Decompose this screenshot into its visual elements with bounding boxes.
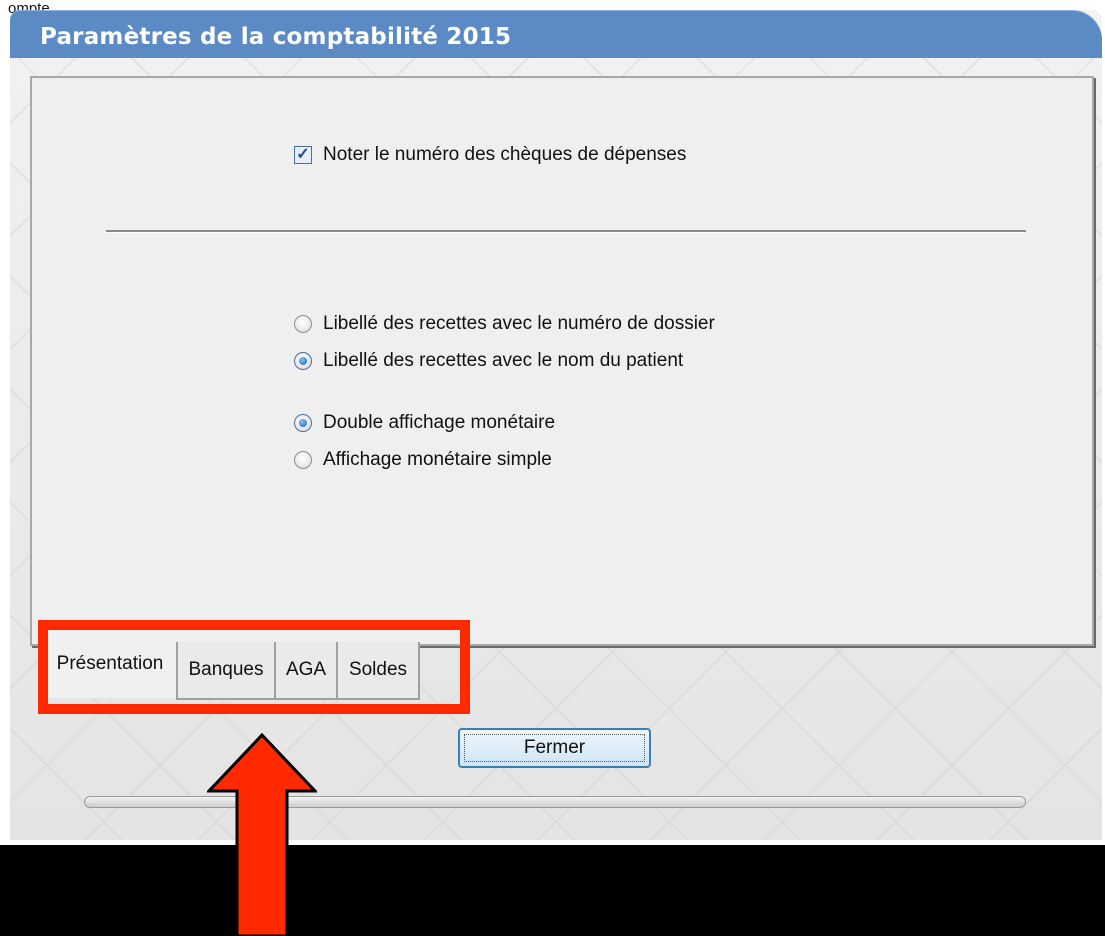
radio-double-currency[interactable]: Double affichage monétaire <box>294 412 555 434</box>
radio-label: Affichage monétaire simple <box>323 449 552 470</box>
dialog-title: Paramètres de la comptabilité 2015 <box>40 24 512 50</box>
checkmark-icon: ✓ <box>296 146 310 163</box>
cheque-number-label: Noter le numéro des chèques de dépenses <box>323 144 687 165</box>
radio-label: Double affichage monétaire <box>323 412 556 433</box>
presentation-panel: ✓ Noter le numéro des chèques de dépense… <box>30 76 1094 646</box>
radio-dot-icon <box>299 357 307 365</box>
red-arrow-icon <box>207 733 317 936</box>
focus-ring <box>464 734 645 762</box>
cheque-number-checkbox[interactable]: ✓ <box>294 146 312 164</box>
dialog-titlebar[interactable]: Paramètres de la comptabilité 2015 <box>10 10 1102 58</box>
close-button[interactable]: Fermer <box>458 728 651 768</box>
tab-highlight-box <box>38 620 470 714</box>
radio-button-selected[interactable] <box>294 414 312 432</box>
section-divider <box>106 230 1026 233</box>
cheque-number-option[interactable]: ✓ Noter le numéro des chèques de dépense… <box>294 144 686 166</box>
radio-label: Libellé des recettes avec le nom du pati… <box>323 350 684 371</box>
radio-receipt-patient-name[interactable]: Libellé des recettes avec le nom du pati… <box>294 350 683 372</box>
radio-receipt-file-number[interactable]: Libellé des recettes avec le numéro de d… <box>294 313 715 335</box>
radio-dot-icon <box>299 419 307 427</box>
radio-button[interactable] <box>294 451 312 469</box>
radio-label: Libellé des recettes avec le numéro de d… <box>323 313 715 334</box>
radio-button[interactable] <box>294 315 312 333</box>
radio-button-selected[interactable] <box>294 352 312 370</box>
settings-dialog: Paramètres de la comptabilité 2015 ✓ Not… <box>10 10 1102 840</box>
radio-simple-currency[interactable]: Affichage monétaire simple <box>294 449 552 471</box>
